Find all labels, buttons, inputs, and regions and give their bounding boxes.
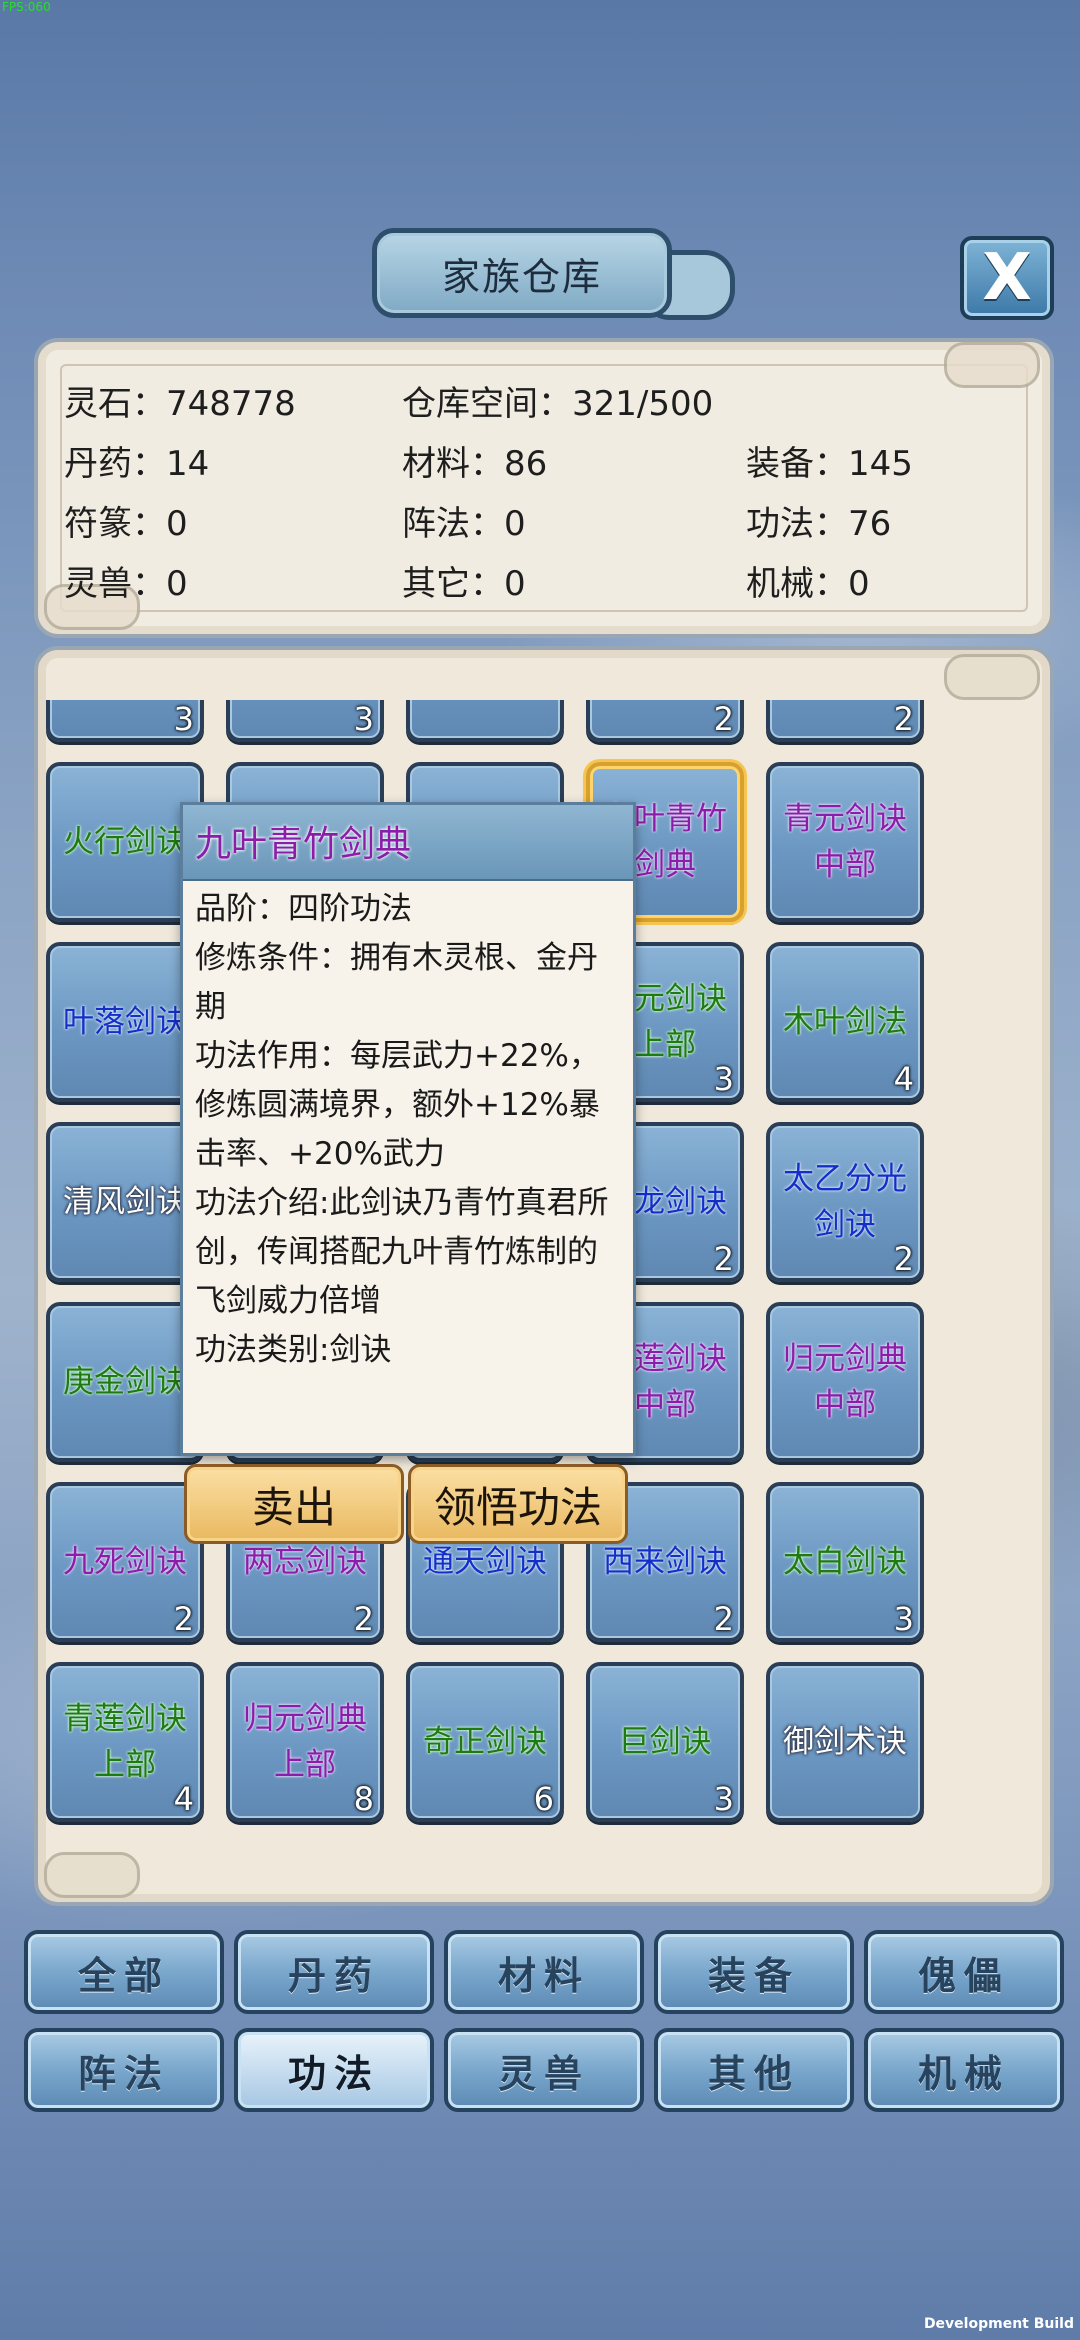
title-plate: 家族仓库	[372, 228, 672, 318]
tooltip-line-grade: 品阶：四阶功法	[195, 891, 412, 927]
item-count: 2	[893, 1240, 914, 1278]
tooltip-title: 九叶青竹剑典	[195, 824, 412, 865]
stat-danyao: 丹药：14	[64, 444, 210, 484]
stat-lingshou: 灵兽：0	[64, 564, 188, 604]
item-slot[interactable]: 木叶剑法 4	[766, 942, 924, 1102]
item-count: 4	[173, 1780, 194, 1818]
stat-space: 仓库空间：321/500	[402, 384, 714, 424]
close-icon: X	[982, 241, 1032, 315]
item-count: 2	[173, 1600, 194, 1638]
tab-category[interactable]: 功法	[234, 2028, 434, 2112]
item-slot[interactable]: 土行功3	[46, 700, 204, 742]
item-count: 2	[713, 1600, 734, 1638]
tab-category[interactable]: 阵法	[24, 2028, 224, 2112]
item-count: 6	[533, 1780, 554, 1818]
item-slot[interactable]: 奇正剑诀 6	[406, 1662, 564, 1822]
item-slot[interactable]: 流金剑诀2	[766, 700, 924, 742]
item-slot[interactable]: 青莲剑诀上部 4	[46, 1662, 204, 1822]
tab-label: 阵法	[77, 2051, 170, 2096]
cloud-corner-icon	[944, 342, 1040, 388]
item-tooltip: 九叶青竹剑典 品阶：四阶功法 修炼条件：拥有木灵根、金丹期 功法作用：每层武力+…	[180, 802, 636, 1456]
tab-category[interactable]: 灵兽	[444, 2028, 644, 2112]
item-name: 叶落剑诀	[63, 1004, 187, 1040]
stat-cailiao: 材料：86	[402, 444, 548, 484]
tooltip-line-intro: 功法介绍:此剑诀乃青竹真君所创，传闻搭配九叶青竹炼制的飞剑威力倍增	[195, 1185, 609, 1319]
item-count: 2	[713, 700, 734, 738]
tab-label: 灵兽	[497, 2051, 590, 2096]
learn-label: 领悟功法	[433, 1482, 602, 1532]
item-name: 火行剑诀	[63, 824, 187, 860]
tab-category[interactable]: 装备	[654, 1930, 854, 2014]
tab-label: 傀儡	[917, 1953, 1010, 1998]
tab-category[interactable]: 材料	[444, 1930, 644, 2014]
item-count: 3	[713, 1780, 734, 1818]
item-count: 3	[893, 1600, 914, 1638]
item-count: 3	[713, 1060, 734, 1098]
tooltip-line-requirement: 修炼条件：拥有木灵根、金丹期	[195, 940, 598, 1025]
item-slot[interactable]: 御剑术诀	[766, 1662, 924, 1822]
tab-category[interactable]: 傀儡	[864, 1930, 1064, 2014]
stat-lingshi: 灵石：748778	[64, 384, 296, 424]
item-name: 御剑术诀	[783, 1724, 907, 1760]
item-slot[interactable]: 巨剑诀 3	[586, 1662, 744, 1822]
item-slot[interactable]: 归元剑典上部 8	[226, 1662, 384, 1822]
tooltip-line-category: 功法类别:剑诀	[195, 1332, 392, 1368]
close-button[interactable]: X	[960, 236, 1054, 320]
item-count: 2	[353, 1600, 374, 1638]
page-title: 家族仓库	[441, 254, 602, 299]
item-name: 清风剑诀	[63, 1184, 187, 1220]
sell-label: 卖出	[251, 1482, 336, 1532]
item-slot[interactable]: 青元剑诀中部	[766, 762, 924, 922]
item-name: 烈光功	[410, 700, 560, 738]
tooltip-header: 九叶青竹剑典	[183, 805, 633, 881]
item-name: 青元剑诀中部	[783, 801, 907, 883]
stat-fulu: 符篆：0	[64, 504, 188, 544]
tab-label: 机械	[917, 2051, 1010, 2096]
warehouse-stats-panel: 灵石：748778 仓库空间：321/500 丹药：14 材料：86 装备：14…	[34, 338, 1054, 638]
tab-category[interactable]: 其他	[654, 2028, 854, 2112]
item-count: 3	[173, 700, 194, 738]
item-count: 2	[893, 700, 914, 738]
sell-button[interactable]: 卖出	[184, 1464, 404, 1544]
item-slot[interactable]: 烈光功	[406, 700, 564, 742]
item-slot[interactable]: 九死剑诀 2	[46, 1482, 204, 1642]
item-slot[interactable]: 太乙分光剑诀 2	[766, 1122, 924, 1282]
stat-zhuangbei: 装备：145	[746, 444, 913, 484]
stat-zhenfa: 阵法：0	[402, 504, 526, 544]
item-slot[interactable]: 归元剑典中部	[766, 1302, 924, 1462]
tab-category[interactable]: 机械	[864, 2028, 1064, 2112]
tab-label: 材料	[497, 1953, 590, 1998]
fps-counter: FPS:060	[2, 0, 51, 14]
tab-label: 全部	[77, 1953, 170, 1998]
item-name: 归元剑典中部	[783, 1341, 907, 1423]
tab-label: 功法	[287, 2051, 380, 2096]
tab-label: 丹药	[287, 1953, 380, 1998]
stat-qita: 其它：0	[402, 564, 526, 604]
tooltip-body: 品阶：四阶功法 修炼条件：拥有木灵根、金丹期 功法作用：每层武力+22%，修炼圆…	[195, 885, 625, 1375]
learn-skill-button[interactable]: 领悟功法	[408, 1464, 628, 1544]
item-slot[interactable]: 凝元功3	[226, 700, 384, 742]
item-count: 2	[713, 1240, 734, 1278]
tab-label: 其他	[707, 2051, 800, 2096]
cloud-corner-icon	[44, 1852, 140, 1898]
item-name: 庚金剑诀	[63, 1364, 187, 1400]
item-slot[interactable]: 太白剑诀 3	[766, 1482, 924, 1642]
tab-category[interactable]: 全部	[24, 1930, 224, 2014]
dev-build-label: Development Build	[923, 2316, 1074, 2332]
item-count: 4	[893, 1060, 914, 1098]
tooltip-line-effect: 功法作用：每层武力+22%，修炼圆满境界，额外+12%暴击率、+20%武力	[195, 1038, 600, 1172]
item-count: 3	[353, 700, 374, 738]
item-count: 8	[353, 1780, 374, 1818]
tab-category[interactable]: 丹药	[234, 1930, 434, 2014]
cloud-corner-icon	[944, 654, 1040, 700]
stat-jixie: 机械：0	[746, 564, 870, 604]
tab-label: 装备	[707, 1953, 800, 1998]
stat-gongfa: 功法：76	[746, 504, 892, 544]
item-slot[interactable]: 庚金诀2	[586, 700, 744, 742]
